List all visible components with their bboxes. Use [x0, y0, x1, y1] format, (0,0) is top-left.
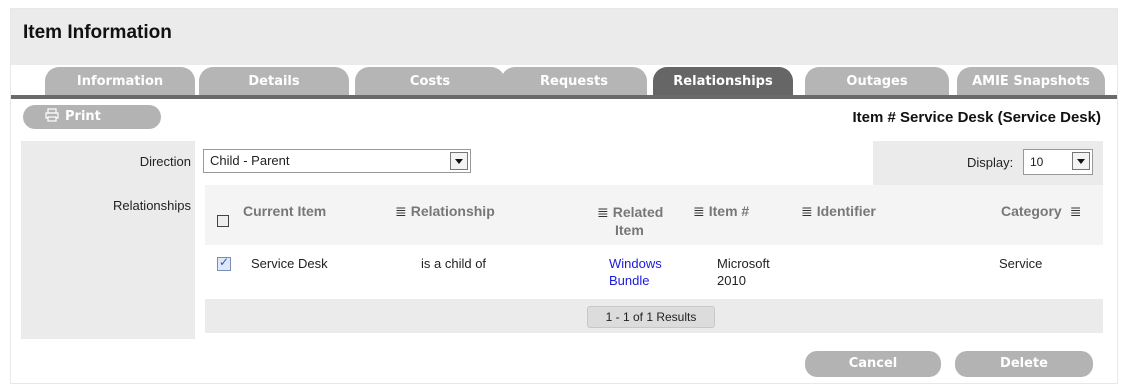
print-button[interactable]: Print	[23, 105, 161, 129]
printer-icon	[45, 108, 59, 122]
relationships-table: Current Item ≣ Relationship ≣ Related Item…	[205, 185, 1103, 335]
item-number-heading: Item # Service Desk (Service Desk)	[852, 109, 1102, 126]
delete-button[interactable]: Delete	[955, 351, 1093, 377]
column-item-number[interactable]: ≣ Item #	[693, 203, 749, 220]
print-label: Print	[65, 109, 101, 124]
column-related-item[interactable]: ≣ Related Item	[597, 203, 663, 239]
list-icon: ≣	[597, 204, 609, 220]
list-icon: ≣	[693, 203, 705, 219]
item-information-panel: Item Information Information Details Cos…	[10, 8, 1118, 384]
cell-category: Service	[999, 256, 1043, 271]
panel-header: Item Information	[11, 9, 1117, 65]
select-all-checkbox[interactable]	[217, 215, 229, 227]
direction-label: Direction	[139, 154, 191, 169]
tab-bar-divider	[11, 95, 1117, 99]
cancel-button[interactable]: Cancel	[805, 351, 941, 377]
tab-outages[interactable]: Outages	[805, 67, 949, 97]
row-checkbox[interactable]	[217, 255, 231, 271]
direction-value: Child - Parent	[210, 153, 290, 168]
tab-information[interactable]: Information	[45, 67, 195, 97]
column-identifier[interactable]: ≣ Identifier	[801, 203, 876, 220]
column-current-item[interactable]: Current Item	[243, 203, 326, 219]
list-icon: ≣	[1069, 203, 1082, 219]
chevron-down-icon[interactable]	[450, 152, 468, 170]
tab-costs[interactable]: Costs	[355, 67, 505, 97]
display-control: Display: 10	[873, 141, 1103, 187]
display-label: Display:	[967, 155, 1014, 170]
column-relationship[interactable]: ≣ Relationship	[395, 203, 495, 220]
cell-relationship: is a child of	[421, 256, 487, 271]
tab-requests[interactable]: Requests	[501, 67, 647, 97]
cell-current-item: Service Desk	[251, 256, 328, 271]
direction-select[interactable]: Child - Parent	[203, 149, 471, 173]
list-icon: ≣	[801, 203, 813, 219]
pagination-bar: 1 - 1 of 1 Results	[205, 299, 1103, 333]
relationships-label: Relationships	[112, 198, 191, 213]
results-count: 1 - 1 of 1 Results	[587, 306, 715, 328]
cell-item-number: Microsoft 2010	[717, 256, 770, 288]
list-icon: ≣	[395, 203, 407, 219]
column-category[interactable]: Category ≣	[1001, 203, 1081, 220]
tab-relationships[interactable]: Relationships	[653, 67, 793, 97]
table-header: Current Item ≣ Relationship ≣ Related Item…	[205, 185, 1103, 245]
page-title: Item Information	[23, 22, 172, 43]
related-item-link[interactable]: Windows Bundle	[609, 255, 662, 289]
display-select[interactable]: 10	[1023, 149, 1093, 175]
table-row: Service Desk is a child of WindowsBundle…	[205, 245, 1103, 299]
tab-amie-snapshots[interactable]: AMIE Snapshots	[957, 67, 1105, 97]
tab-details[interactable]: Details	[199, 67, 349, 97]
chevron-down-icon[interactable]	[1072, 152, 1090, 170]
display-value: 10	[1030, 155, 1044, 169]
form-labels-column: Direction Relationships	[21, 141, 195, 339]
